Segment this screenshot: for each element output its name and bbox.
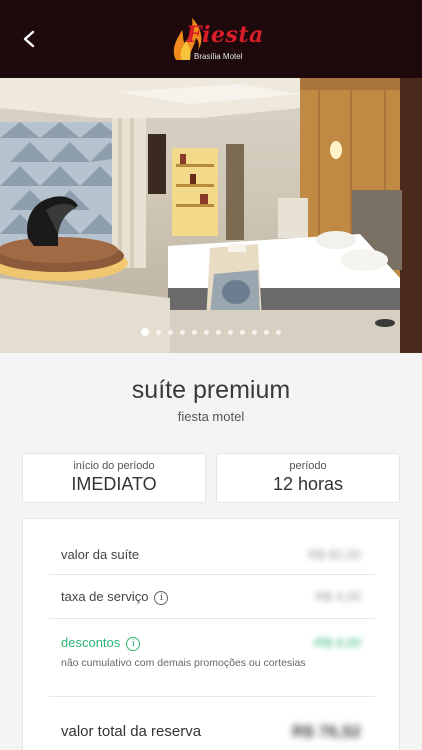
suite-price-label: valor da suíte	[61, 547, 140, 562]
gallery-dot[interactable]	[192, 329, 197, 335]
price-summary-card: valor da suíte R$ 82,00 taxa de serviço i…	[22, 518, 400, 750]
period-label: período	[289, 460, 327, 472]
total-value: R$ 76,52	[292, 722, 361, 741]
suite-price-row: valor da suíte R$ 82,00	[49, 537, 375, 575]
gallery-dot[interactable]	[204, 329, 209, 335]
service-fee-row: taxa de serviço i R$ 4,00	[49, 575, 375, 619]
logo-subtitle: Brasília Motel	[194, 52, 243, 61]
gallery-dot[interactable]	[180, 329, 185, 335]
gallery-dot[interactable]	[216, 329, 221, 335]
gallery-dot[interactable]	[228, 329, 233, 335]
period-start-value: IMEDIATO	[71, 474, 157, 494]
suite-subtitle: fiesta motel	[177, 409, 245, 424]
discount-note: não cumulativo com demais promoções ou c…	[61, 657, 306, 669]
service-fee-label: taxa de serviço	[61, 589, 149, 604]
gallery-dot[interactable]	[141, 328, 149, 336]
gallery-dot[interactable]	[156, 329, 161, 335]
gallery-pagination[interactable]	[0, 326, 422, 338]
discount-label: descontos	[61, 635, 121, 650]
period-card[interactable]: período 12 horas	[216, 453, 400, 503]
app-header: Fiesta Brasília Motel	[0, 0, 422, 78]
suite-title: suíte premium	[131, 376, 291, 404]
gallery-dot[interactable]	[252, 329, 257, 335]
gallery-dot[interactable]	[264, 329, 269, 335]
gallery-dot[interactable]	[276, 329, 281, 335]
info-icon[interactable]: i	[154, 591, 169, 605]
brand-logo: Fiesta Brasília Motel	[168, 10, 263, 68]
period-start-card[interactable]: início do período IMEDIATO	[22, 453, 206, 503]
suite-photo-illustration	[0, 78, 422, 353]
chevron-left-icon	[23, 30, 35, 48]
suite-photo[interactable]	[0, 78, 422, 353]
suite-price-value: R$ 82,00	[308, 547, 361, 562]
discount-row: descontos i -R$ 4,00 não cumulativo com d…	[49, 619, 375, 697]
gallery-dot[interactable]	[168, 329, 173, 335]
total-label: valor total da reserva	[61, 723, 202, 740]
service-fee-value: R$ 4,00	[315, 589, 361, 604]
period-start-label: início do período	[73, 460, 155, 472]
back-button[interactable]	[14, 24, 44, 54]
gallery-dot[interactable]	[240, 329, 245, 335]
period-value: 12 horas	[272, 474, 344, 494]
discount-value: -R$ 4,00	[311, 635, 361, 650]
info-icon[interactable]: i	[126, 637, 141, 651]
logo-title: Fiesta	[186, 22, 264, 48]
